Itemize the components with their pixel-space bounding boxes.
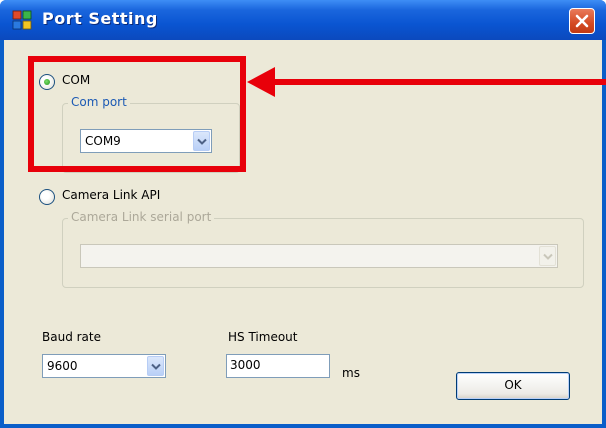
chevron-down-icon: [151, 363, 161, 370]
camera-link-dropdown-button[interactable]: [539, 246, 556, 266]
baud-rate-select[interactable]: 9600: [42, 354, 166, 378]
ok-button[interactable]: OK: [456, 372, 570, 400]
hs-timeout-input[interactable]: 3000: [226, 354, 330, 378]
baud-rate-value: 9600: [47, 359, 78, 373]
hs-timeout-unit: ms: [342, 366, 360, 380]
annotation-highlight-box: [28, 56, 246, 172]
close-icon: [575, 14, 589, 28]
camera-link-serial-port-caption: Camera Link serial port: [68, 210, 215, 224]
hs-timeout-value: 3000: [230, 358, 261, 372]
chevron-down-icon: [543, 253, 553, 260]
annotation-arrow-line: [270, 79, 606, 85]
close-button[interactable]: [569, 8, 595, 34]
title-bar[interactable]: Port Setting: [0, 0, 606, 40]
baud-rate-dropdown-button[interactable]: [147, 356, 164, 376]
application-icon: [12, 10, 32, 30]
camera-link-radio-label[interactable]: Camera Link API: [62, 188, 160, 202]
ok-button-label: OK: [504, 378, 522, 392]
camera-link-radio[interactable]: [39, 189, 55, 205]
window-title: Port Setting: [42, 9, 158, 28]
baud-rate-label: Baud rate: [42, 330, 101, 344]
annotation-arrow-head-icon: [247, 67, 275, 97]
camera-link-serial-port-select[interactable]: [80, 244, 558, 268]
hs-timeout-label: HS Timeout: [228, 330, 298, 344]
